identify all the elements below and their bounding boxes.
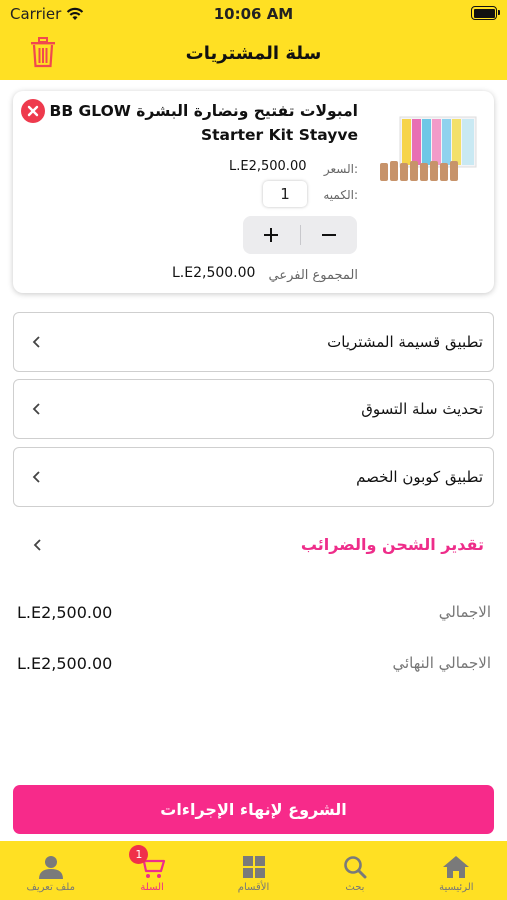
apply-voucher-label: تطبيق قسيمة المشتريات bbox=[327, 333, 483, 351]
tab-cart[interactable]: 1 السلة bbox=[101, 841, 202, 900]
chevron-left-icon bbox=[32, 471, 40, 483]
chevron-left-icon bbox=[32, 336, 40, 348]
tab-search-label: بحث bbox=[345, 882, 365, 893]
grand-total-row: L.E2,500.00 الاجمالي النهائي bbox=[17, 654, 491, 684]
page-title: سلة المشتريات bbox=[185, 43, 322, 64]
search-icon bbox=[344, 856, 367, 879]
tab-profile-label: ملف تعريف bbox=[26, 882, 75, 893]
subtotal-label: المجموع الفرعي bbox=[268, 268, 358, 283]
increment-button[interactable] bbox=[243, 216, 300, 254]
product-title[interactable]: امبولات تفتيح ونضارة البشرة BB GLOW Star… bbox=[28, 99, 358, 147]
total-value: L.E2,500.00 bbox=[17, 603, 113, 622]
tab-profile[interactable]: ملف تعريف bbox=[0, 841, 101, 900]
tab-categories[interactable]: الأقسام bbox=[203, 841, 304, 900]
tab-home-label: الرئيسية bbox=[439, 882, 474, 893]
plus-icon bbox=[264, 228, 279, 242]
price-value: L.E2,500.00 bbox=[229, 159, 307, 174]
update-cart-row[interactable]: تحديث سلة التسوق bbox=[13, 379, 494, 439]
tab-bar: ملف تعريف 1 السلة الأقسام بحث الرئيسية bbox=[0, 841, 507, 900]
battery-icon bbox=[471, 6, 500, 20]
status-time: 10:06 AM bbox=[213, 5, 294, 23]
chevron-left-icon bbox=[33, 539, 41, 551]
tab-home[interactable]: الرئيسية bbox=[406, 841, 507, 900]
product-image[interactable] bbox=[376, 113, 480, 191]
grand-total-value: L.E2,500.00 bbox=[17, 654, 113, 673]
subtotal-value: L.E2,500.00 bbox=[172, 265, 256, 281]
minus-icon bbox=[321, 234, 336, 236]
tab-search[interactable]: بحث bbox=[304, 841, 405, 900]
estimate-shipping-row[interactable]: تقدير الشحن والضرائب bbox=[13, 515, 494, 575]
quantity-label: الكميه: bbox=[323, 188, 358, 202]
decrement-button[interactable] bbox=[301, 216, 358, 254]
status-bar: Carrier 10:06 AM bbox=[0, 0, 507, 28]
tab-categories-label: الأقسام bbox=[237, 882, 270, 893]
price-label: السعر: bbox=[323, 162, 358, 176]
update-cart-label: تحديث سلة التسوق bbox=[361, 400, 483, 418]
apply-coupon-row[interactable]: تطبيق كوبون الخصم bbox=[13, 447, 494, 507]
apply-coupon-label: تطبيق كوبون الخصم bbox=[356, 468, 483, 486]
apply-voucher-row[interactable]: تطبيق قسيمة المشتريات bbox=[13, 312, 494, 372]
total-label: الاجمالي bbox=[438, 603, 491, 621]
grand-total-label: الاجمالي النهائي bbox=[392, 654, 491, 672]
checkout-button[interactable]: الشروع لإنهاء الإجراءات bbox=[13, 785, 494, 834]
header-bar: Carrier 10:06 AM سلة المشتريات bbox=[0, 0, 507, 80]
home-icon bbox=[443, 856, 470, 878]
total-row: L.E2,500.00 الاجمالي bbox=[17, 603, 491, 633]
grid-icon bbox=[242, 856, 265, 878]
quantity-stepper bbox=[243, 216, 357, 254]
estimate-shipping-label: تقدير الشحن والضرائب bbox=[300, 535, 484, 554]
chevron-left-icon bbox=[32, 403, 40, 415]
tab-cart-label: السلة bbox=[140, 882, 164, 893]
quantity-field[interactable]: 1 bbox=[263, 181, 307, 207]
user-icon bbox=[38, 856, 63, 879]
cart-item-card: امبولات تفتيح ونضارة البشرة BB GLOW Star… bbox=[13, 91, 494, 293]
